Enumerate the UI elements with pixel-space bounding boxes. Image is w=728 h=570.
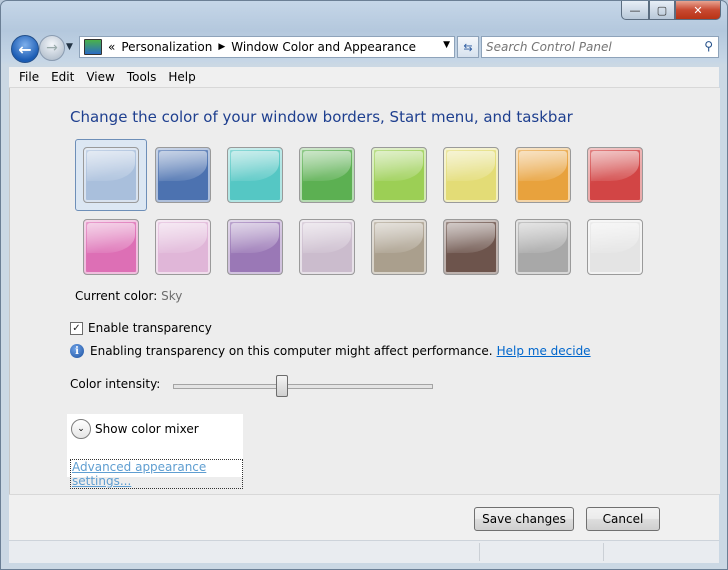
color-swatch-blush[interactable] xyxy=(155,219,211,275)
color-swatch-fuchsia[interactable] xyxy=(83,219,139,275)
recent-pages-dropdown-icon[interactable]: ▼ xyxy=(66,42,73,52)
content-pane: Change the color of your window borders,… xyxy=(9,88,720,494)
color-swatch-slate[interactable] xyxy=(515,219,571,275)
menu-help[interactable]: Help xyxy=(168,70,195,84)
transparency-row[interactable]: ✓ Enable transparency xyxy=(70,321,212,335)
info-text: Enabling transparency on this computer m… xyxy=(90,344,493,358)
color-swatch-leaf[interactable] xyxy=(299,147,355,203)
show-color-mixer-label[interactable]: Show color mixer xyxy=(95,422,199,436)
close-button[interactable]: ✕ xyxy=(675,1,721,20)
menu-bar: File Edit View Tools Help xyxy=(9,67,719,88)
color-swatch-pumpkin[interactable] xyxy=(515,147,571,203)
expand-chevron-icon[interactable]: ⌄ xyxy=(71,419,91,439)
search-box[interactable]: ⚲ xyxy=(481,36,719,58)
status-divider xyxy=(603,543,604,561)
color-swatch-violet[interactable] xyxy=(227,219,283,275)
save-changes-button[interactable]: Save changes xyxy=(474,507,574,531)
color-swatch-ruby[interactable] xyxy=(587,147,643,203)
transparency-label[interactable]: Enable transparency xyxy=(88,321,212,335)
current-color-value: Sky xyxy=(161,289,183,303)
search-input[interactable] xyxy=(486,39,686,55)
advanced-appearance-link[interactable]: Advanced appearance settings... xyxy=(70,459,243,489)
address-prefix[interactable]: « xyxy=(108,40,115,54)
color-swatch-chocolate[interactable] xyxy=(443,219,499,275)
menu-file[interactable]: File xyxy=(19,70,39,84)
status-bar xyxy=(9,540,719,563)
color-swatch-lime[interactable] xyxy=(371,147,427,203)
info-row: i Enabling transparency on this computer… xyxy=(70,344,591,358)
control-panel-icon xyxy=(84,39,102,55)
breadcrumb-separator-icon[interactable]: ▶ xyxy=(218,42,225,52)
current-color-label: Current color: xyxy=(75,289,158,303)
intensity-slider-thumb[interactable] xyxy=(276,375,289,397)
search-icon[interactable]: ⚲ xyxy=(704,39,713,53)
address-dropdown-icon[interactable]: ▼ xyxy=(443,40,450,50)
page-title: Change the color of your window borders,… xyxy=(70,108,573,126)
menu-view[interactable]: View xyxy=(86,70,114,84)
back-button[interactable]: ← xyxy=(11,35,39,63)
color-swatch-frost[interactable] xyxy=(587,219,643,275)
forward-button[interactable]: → xyxy=(39,35,65,61)
address-bar[interactable]: « Personalization ▶ Window Color and App… xyxy=(79,36,455,58)
color-swatch-lemon[interactable] xyxy=(443,147,499,203)
window: — ▢ ✕ ← → ▼ « Personalization ▶ Window C… xyxy=(0,0,728,570)
color-mixer-section: ⌄ Show color mixer Advanced appearance s… xyxy=(67,414,243,489)
footer: Save changes Cancel xyxy=(9,494,719,541)
minimize-button[interactable]: — xyxy=(621,1,649,20)
menu-edit[interactable]: Edit xyxy=(51,70,74,84)
color-swatch-twilight[interactable] xyxy=(155,147,211,203)
navigation-bar: ← → ▼ « Personalization ▶ Window Color a… xyxy=(9,33,719,63)
menu-tools[interactable]: Tools xyxy=(127,70,157,84)
color-swatch-taupe[interactable] xyxy=(371,219,427,275)
maximize-button[interactable]: ▢ xyxy=(649,1,675,20)
breadcrumb-personalization[interactable]: Personalization xyxy=(121,40,212,54)
current-color: Current color: Sky xyxy=(75,289,182,303)
status-divider xyxy=(479,543,480,561)
breadcrumb-window-color[interactable]: Window Color and Appearance xyxy=(231,40,416,54)
refresh-button[interactable]: ⇆ xyxy=(457,36,479,58)
cancel-button[interactable]: Cancel xyxy=(586,507,660,531)
transparency-checkbox[interactable]: ✓ xyxy=(70,321,83,335)
color-swatch-sky[interactable] xyxy=(83,147,139,203)
info-icon: i xyxy=(70,344,84,358)
intensity-slider-track[interactable] xyxy=(173,384,433,389)
help-me-decide-link[interactable]: Help me decide xyxy=(497,344,591,358)
color-intensity-label: Color intensity: xyxy=(70,377,161,391)
color-swatch-lavender[interactable] xyxy=(299,219,355,275)
color-swatch-sea[interactable] xyxy=(227,147,283,203)
caption-buttons: — ▢ ✕ xyxy=(621,1,721,20)
